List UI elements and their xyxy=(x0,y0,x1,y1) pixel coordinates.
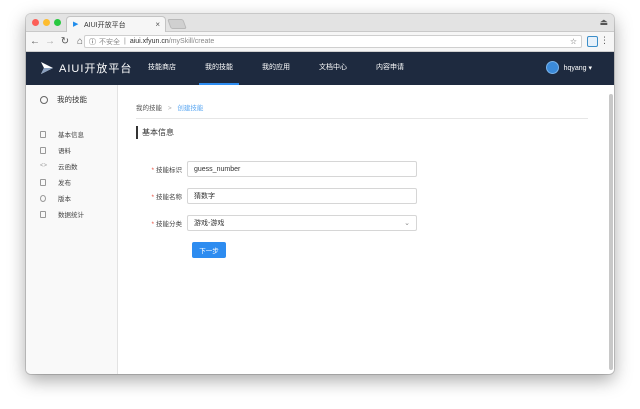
tab-title: AIUI开放平台 xyxy=(84,21,126,29)
main-content: 我的技能 > 创建技能 基本信息 * 技能标识 guess_number * 技能名… xyxy=(118,85,614,374)
aiui-favicon-icon: ▶ xyxy=(73,21,79,28)
close-window-button[interactable] xyxy=(32,19,39,26)
new-tab-button[interactable] xyxy=(167,19,187,29)
insecure-label: 不安全 xyxy=(99,38,120,46)
required-mark: * xyxy=(151,221,154,228)
required-mark: * xyxy=(151,167,154,174)
browser-window: ▶ AIUI开放平台 × ⏏ ← → ↻ ⌂ ⓘ 不安全 | aiui.xfyu… xyxy=(26,14,614,374)
nav-skill-store[interactable]: 技能商店 xyxy=(148,52,176,85)
skill-id-input[interactable]: guess_number xyxy=(187,161,417,177)
skill-name-row: * 技能名称 猜数字 xyxy=(118,188,417,204)
skill-category-label-text: 技能分类 xyxy=(156,221,182,228)
skill-category-select[interactable]: 游戏-游戏 ⌄ xyxy=(187,215,417,231)
sidebar-item-cloud-function[interactable]: <> 云函数 xyxy=(40,158,84,174)
nav-my-skills[interactable]: 我的技能 xyxy=(199,52,239,85)
tab-close-icon[interactable]: × xyxy=(155,20,160,29)
skill-category-value: 游戏-游戏 xyxy=(194,220,225,227)
sidebar-title[interactable]: 我的技能 xyxy=(40,94,87,105)
username: hqyang ▾ xyxy=(563,64,592,72)
app-header: AIUI开放平台 技能商店 我的技能 我的应用 文档中心 内容申请 hqyang… xyxy=(26,52,614,85)
nav-docs[interactable]: 文档中心 xyxy=(319,52,347,85)
sidebar-title-label: 我的技能 xyxy=(57,95,87,104)
publish-icon xyxy=(40,178,46,186)
skill-id-value: guess_number xyxy=(194,165,241,173)
skill-id-label-text: 技能标识 xyxy=(156,167,182,174)
sidebar-item-stats[interactable]: 数据统计 xyxy=(40,206,84,222)
skill-name-label: * 技能名称 xyxy=(118,191,187,201)
main-nav: 技能商店 我的技能 我的应用 文档中心 内容申请 xyxy=(148,52,433,85)
next-step-button[interactable]: 下一步 xyxy=(192,242,226,258)
bookmark-star-icon[interactable]: ☆ xyxy=(570,37,577,46)
minimize-window-button[interactable] xyxy=(43,19,50,26)
nav-my-apps[interactable]: 我的应用 xyxy=(262,52,290,85)
browser-tab-bar: ▶ AIUI开放平台 × ⏏ xyxy=(26,14,614,32)
sidebar-item-label: 发布 xyxy=(58,180,71,187)
skill-id-row: * 技能标识 guess_number xyxy=(118,161,417,177)
required-mark: * xyxy=(151,194,154,201)
version-icon xyxy=(40,194,46,202)
breadcrumb-current: 创建技能 xyxy=(177,105,204,112)
skill-name-value: 猜数字 xyxy=(194,193,215,200)
section-title: 基本信息 xyxy=(136,126,174,139)
breadcrumb-separator: > xyxy=(167,105,172,112)
back-icon[interactable]: ← xyxy=(29,36,41,47)
window-controls xyxy=(32,19,61,26)
browser-menu-icon[interactable]: ⋮ xyxy=(600,35,609,46)
logo[interactable]: AIUI开放平台 xyxy=(40,60,132,76)
sidebar-item-basic-info[interactable]: 基本信息 xyxy=(40,126,84,142)
code-icon: <> xyxy=(40,162,48,169)
sidebar-item-label: 基本信息 xyxy=(58,132,84,139)
scrollbar[interactable] xyxy=(609,94,613,370)
reload-icon[interactable]: ↻ xyxy=(59,36,71,47)
corpus-icon xyxy=(40,146,46,154)
skill-name-label-text: 技能名称 xyxy=(156,194,182,201)
sidebar: 我的技能 基本信息 语料 <> 云函数 发布 版本 数据统计 xyxy=(26,85,118,374)
maximize-window-button[interactable] xyxy=(54,19,61,26)
skill-id-label: * 技能标识 xyxy=(118,164,187,174)
sidebar-item-corpus[interactable]: 语料 xyxy=(40,142,84,158)
aiui-logo-icon xyxy=(41,62,53,74)
url-separator: | xyxy=(124,38,126,45)
url-field[interactable]: ⓘ 不安全 | aiui.xfyun.cn /mySkill/create ☆ xyxy=(84,35,582,48)
logo-text: AIUI开放平台 xyxy=(59,63,133,75)
address-bar-row: ← → ↻ ⌂ ⓘ 不安全 | aiui.xfyun.cn /mySkill/c… xyxy=(26,32,614,52)
stats-icon xyxy=(40,210,46,218)
forward-icon[interactable]: → xyxy=(44,36,56,47)
document-icon xyxy=(40,130,46,138)
browser-tab[interactable]: ▶ AIUI开放平台 × xyxy=(66,16,166,32)
sidebar-item-label: 云函数 xyxy=(58,164,78,171)
url-path: /mySkill/create xyxy=(168,38,215,45)
chevron-down-icon: ⌄ xyxy=(404,220,410,227)
extension-icon[interactable] xyxy=(587,36,598,47)
profile-icon[interactable]: ⏏ xyxy=(599,17,608,28)
sidebar-item-label: 版本 xyxy=(58,196,71,203)
divider xyxy=(136,118,588,119)
breadcrumb-parent[interactable]: 我的技能 xyxy=(136,105,162,112)
breadcrumb: 我的技能 > 创建技能 xyxy=(136,102,203,112)
sidebar-items: 基本信息 语料 <> 云函数 发布 版本 数据统计 xyxy=(40,126,84,222)
skill-category-row: * 技能分类 游戏-游戏 ⌄ xyxy=(118,215,417,231)
sidebar-item-version[interactable]: 版本 xyxy=(40,190,84,206)
url-host: aiui.xfyun.cn xyxy=(129,38,169,45)
sidebar-item-label: 语料 xyxy=(58,148,71,155)
sidebar-item-label: 数据统计 xyxy=(58,212,84,219)
skill-category-label: * 技能分类 xyxy=(118,218,187,228)
nav-content-apply[interactable]: 内容申请 xyxy=(376,52,404,85)
info-icon[interactable]: ⓘ xyxy=(89,37,96,47)
avatar xyxy=(545,61,559,74)
sidebar-item-publish[interactable]: 发布 xyxy=(40,174,84,190)
skill-name-input[interactable]: 猜数字 xyxy=(187,188,417,204)
user-menu[interactable]: hqyang ▾ xyxy=(545,61,592,74)
skill-icon xyxy=(40,95,48,104)
